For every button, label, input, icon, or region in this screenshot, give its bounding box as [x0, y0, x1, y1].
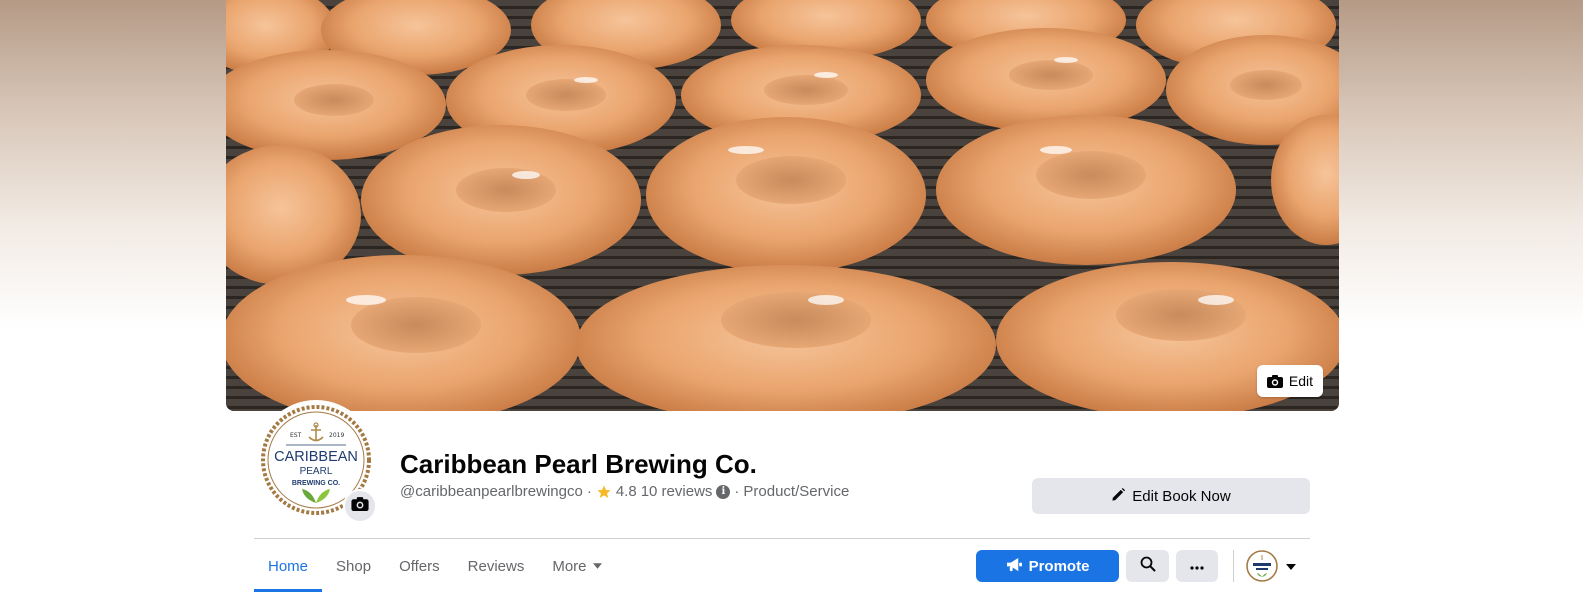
logo-year: 2019 — [329, 432, 344, 439]
tab-home[interactable]: Home — [254, 540, 323, 592]
donuts-image — [226, 0, 1339, 411]
edit-book-now-button[interactable]: Edit Book Now — [1032, 478, 1310, 514]
tab-shop[interactable]: Shop — [322, 540, 385, 592]
cover-photo: Edit — [226, 0, 1339, 411]
separator-dot: · — [734, 483, 740, 500]
promote-label: Promote — [1028, 557, 1090, 575]
edit-book-now-label: Edit Book Now — [1132, 487, 1231, 505]
separator-dot: · — [586, 483, 592, 500]
pencil-icon — [1111, 487, 1126, 506]
search-button[interactable] — [1126, 550, 1169, 582]
logo-line3: BREWING CO. — [292, 480, 340, 487]
header-divider — [254, 538, 1310, 539]
tab-reviews[interactable]: Reviews — [454, 540, 539, 592]
profile-switcher[interactable] — [1246, 550, 1296, 582]
profile-picture-camera-button[interactable] — [343, 489, 377, 523]
camera-icon — [351, 496, 369, 516]
tab-label: Home — [268, 557, 309, 575]
logo-line1: CARIBBEAN — [274, 449, 358, 465]
page-tabs: Home Shop Offers Reviews More — [254, 540, 616, 592]
star-icon — [596, 484, 612, 500]
ellipsis-icon — [1190, 557, 1204, 575]
reviews-link[interactable]: 10 reviews — [641, 483, 713, 500]
page-avatar-small — [1246, 550, 1278, 582]
cover-edit-label: Edit — [1288, 373, 1313, 389]
tab-label: More — [552, 557, 587, 575]
action-separator — [1233, 550, 1234, 582]
caret-down-icon — [1286, 557, 1296, 575]
tab-label: Reviews — [467, 557, 525, 575]
tab-offers[interactable]: Offers — [385, 540, 454, 592]
rating-value: 4.8 — [615, 483, 637, 500]
promote-button[interactable]: Promote — [976, 550, 1119, 582]
cover-edit-button[interactable]: Edit — [1256, 365, 1323, 397]
tab-label: Shop — [336, 557, 372, 575]
search-icon — [1140, 556, 1156, 577]
more-options-button[interactable] — [1176, 550, 1218, 582]
logo-est: EST — [290, 432, 302, 439]
page-category: Product/Service — [743, 483, 850, 500]
tab-more[interactable]: More — [538, 540, 615, 592]
caret-down-icon — [592, 561, 602, 572]
megaphone-icon — [1006, 557, 1023, 576]
page-title: Caribbean Pearl Brewing Co. — [400, 449, 757, 479]
camera-icon — [1266, 374, 1283, 388]
page-handle: @caribbeanpearlbrewingco — [400, 483, 583, 500]
tab-label: Offers — [399, 557, 440, 575]
logo-line2: PEARL — [300, 466, 333, 477]
page-meta: @caribbeanpearlbrewingco · 4.8 10 review… — [400, 483, 849, 500]
info-icon[interactable]: i — [716, 484, 731, 499]
